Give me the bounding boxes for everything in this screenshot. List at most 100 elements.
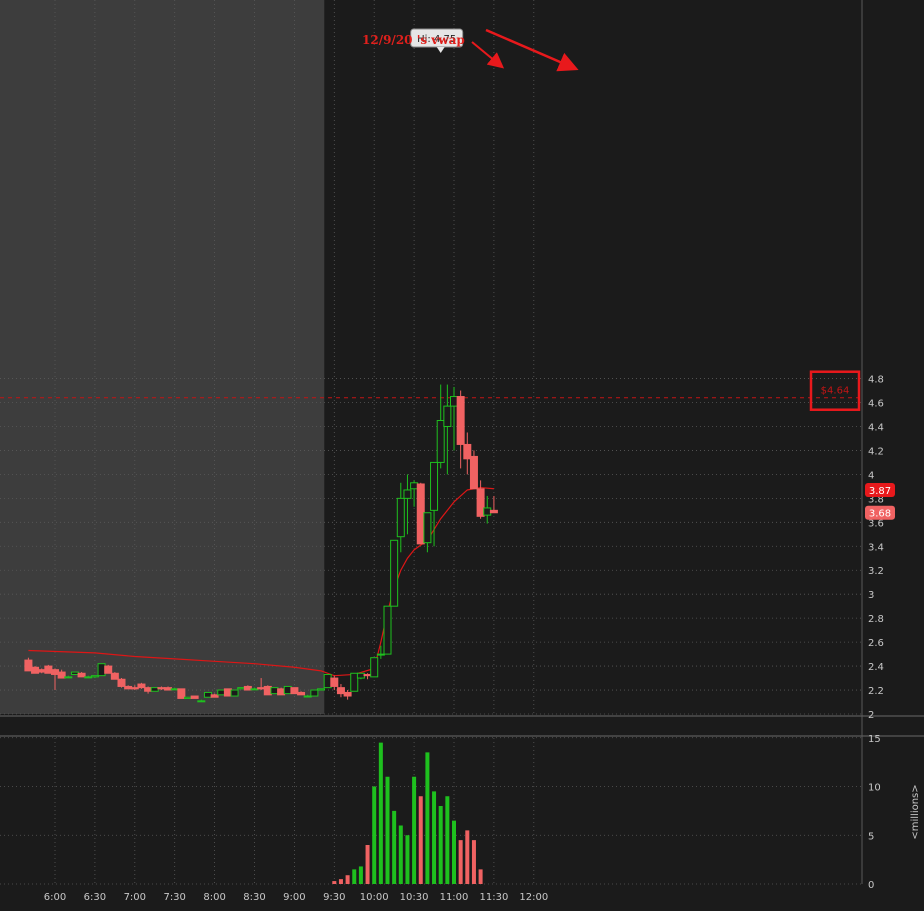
volume-bar bbox=[385, 776, 390, 884]
candle-body bbox=[203, 691, 212, 698]
candle-body bbox=[164, 687, 173, 691]
volume-pane bbox=[0, 736, 862, 884]
candle-body bbox=[410, 482, 419, 490]
time-tick-label: 8:00 bbox=[203, 892, 225, 903]
volume-bar bbox=[365, 845, 370, 884]
volume-bar bbox=[392, 810, 397, 884]
time-tick-label: 6:00 bbox=[44, 892, 66, 903]
price-label-text: 3.68 bbox=[869, 509, 891, 520]
candle-body bbox=[237, 687, 246, 690]
price-tick-label: 2 bbox=[868, 710, 874, 721]
candle-body bbox=[403, 489, 412, 499]
candle-body bbox=[90, 675, 99, 678]
candle-body bbox=[469, 455, 478, 490]
volume-bar bbox=[412, 776, 417, 884]
candle-body bbox=[130, 687, 139, 690]
candle-body bbox=[263, 685, 272, 696]
candle-body bbox=[376, 653, 385, 656]
price-tick-label: 2.2 bbox=[868, 686, 884, 697]
volume-bar bbox=[332, 881, 337, 884]
candle-body bbox=[70, 671, 79, 675]
candle-body bbox=[44, 665, 53, 674]
price-tick-label: 4 bbox=[868, 470, 874, 481]
price-tick-label: 2.6 bbox=[868, 638, 884, 649]
stock-chart: 22.22.42.62.833.23.43.63.844.24.44.64.80… bbox=[0, 0, 924, 911]
price-tick-label: 4.6 bbox=[868, 399, 884, 410]
candle-body bbox=[110, 672, 119, 680]
candle-body bbox=[416, 483, 425, 545]
volume-axis-label: <millions> bbox=[910, 784, 921, 839]
candle-body bbox=[210, 694, 219, 698]
time-tick-label: 10:00 bbox=[360, 892, 389, 903]
candle-body bbox=[476, 488, 485, 517]
vwap-annotation: 12/9/20 's vwap bbox=[362, 33, 465, 47]
time-tick-label: 8:30 bbox=[243, 892, 265, 903]
volume-bar bbox=[458, 840, 463, 884]
candle-body bbox=[24, 659, 33, 672]
candle-body bbox=[297, 691, 306, 696]
candle-body bbox=[243, 685, 252, 691]
candle-body bbox=[356, 672, 365, 679]
volume-bar bbox=[352, 869, 357, 884]
price-tick-label: 2.8 bbox=[868, 614, 884, 625]
volume-bar bbox=[438, 806, 443, 884]
candle-body bbox=[317, 688, 325, 691]
time-tick-label: 11:30 bbox=[479, 892, 508, 903]
price-tick-label: 3.2 bbox=[868, 566, 884, 577]
time-tick-label: 7:30 bbox=[163, 892, 185, 903]
candle-body bbox=[343, 691, 352, 697]
time-tick-label: 9:00 bbox=[283, 892, 305, 903]
price-tick-label: 4.2 bbox=[868, 446, 884, 457]
candle-body bbox=[250, 688, 259, 691]
candle-body bbox=[177, 688, 186, 699]
time-tick-label: 6:30 bbox=[84, 892, 106, 903]
price-tick-label: 4.8 bbox=[868, 375, 884, 386]
candle-body bbox=[456, 396, 465, 445]
candle-body bbox=[124, 685, 133, 690]
candle-body bbox=[184, 696, 192, 699]
candle-body bbox=[150, 687, 159, 692]
volume-tick-label: 15 bbox=[868, 734, 881, 745]
candle-body bbox=[223, 688, 232, 697]
volume-bar bbox=[398, 825, 403, 884]
volume-tick-label: 5 bbox=[868, 831, 874, 842]
volume-bar bbox=[452, 820, 456, 884]
candle-body bbox=[217, 689, 226, 696]
candle-body bbox=[31, 666, 40, 674]
time-tick-label: 10:30 bbox=[400, 892, 429, 903]
price-tick-label: 2.4 bbox=[868, 662, 884, 673]
volume-tick-label: 10 bbox=[868, 783, 881, 794]
volume-bar bbox=[405, 835, 410, 884]
candle-body bbox=[170, 688, 179, 691]
candle-body bbox=[277, 688, 286, 696]
candle-body bbox=[443, 405, 452, 427]
candle-body bbox=[423, 512, 432, 544]
volume-bar bbox=[445, 796, 450, 884]
candle-body bbox=[436, 419, 445, 463]
candle-body bbox=[450, 396, 458, 407]
volume-bar bbox=[358, 866, 363, 884]
volume-bar bbox=[338, 879, 343, 884]
candle-body bbox=[230, 689, 239, 697]
volume-tick-label: 0 bbox=[868, 880, 874, 891]
candle-body bbox=[290, 687, 299, 695]
candle-body bbox=[483, 507, 492, 516]
candle-body bbox=[104, 665, 113, 674]
candle-body bbox=[390, 539, 399, 607]
candle-body bbox=[77, 672, 86, 678]
candle-body bbox=[117, 678, 126, 687]
candle-body bbox=[489, 509, 498, 514]
price-tick-label: 4.4 bbox=[868, 422, 884, 433]
volume-bar bbox=[432, 791, 437, 884]
candle-body bbox=[97, 663, 106, 677]
candle-body bbox=[330, 677, 339, 687]
candle-body bbox=[137, 683, 146, 689]
price-label-text: 3.87 bbox=[869, 486, 891, 497]
volume-bar bbox=[478, 869, 483, 884]
time-tick-label: 11:00 bbox=[440, 892, 469, 903]
vwap-value-label: $4.64 bbox=[821, 386, 850, 397]
candle-body bbox=[430, 461, 439, 511]
time-tick-label: 7:00 bbox=[124, 892, 146, 903]
candle-body bbox=[37, 669, 46, 673]
volume-bar bbox=[345, 875, 350, 884]
